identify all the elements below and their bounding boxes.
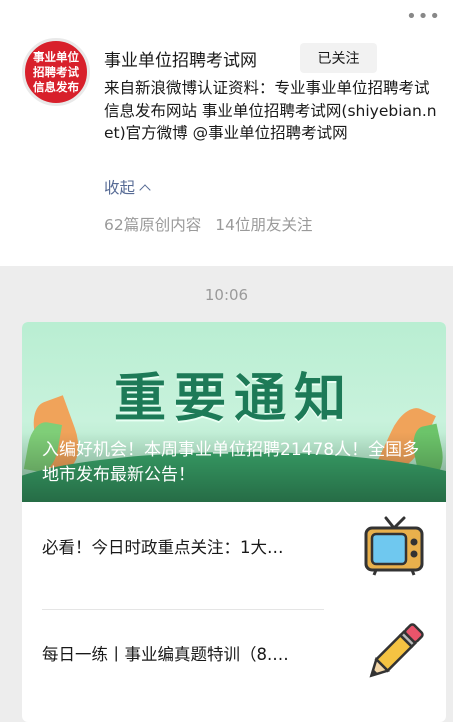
follow-button[interactable]: 已关注	[300, 43, 377, 73]
account-stats: 62篇原创内容 14位朋友关注	[104, 213, 312, 235]
account-profile-panel: ••• 事业单位招聘考试信息发布 事业单位招聘考试网 已关注 来自新浪微博认证资…	[0, 0, 453, 266]
avatar[interactable]: 事业单位招聘考试信息发布	[22, 38, 90, 106]
account-description: 来自新浪微博认证资料：专业事业单位招聘考试信息发布网站 事业单位招聘考试网(sh…	[104, 79, 437, 142]
collapse-button[interactable]: 收起	[104, 176, 151, 198]
collapse-label: 收起	[104, 179, 136, 197]
pencil-icon	[369, 623, 424, 678]
message-timestamp: 10:06	[204, 286, 249, 304]
article-title: 必看！今日时政重点关注：1大…	[42, 538, 284, 557]
account-name[interactable]: 事业单位招聘考试网	[104, 46, 257, 71]
cover-heading: 重要通知	[113, 369, 354, 429]
article-item[interactable]: 必看！今日时政重点关注：1大…	[22, 502, 446, 590]
original-count: 62篇原创内容	[104, 216, 202, 234]
tv-icon	[364, 516, 424, 576]
more-dots-icon[interactable]: •••	[406, 8, 441, 26]
cover-article[interactable]: 重要通知 入编好机会！本周事业单位招聘21478人！全国多地市发布最新公告！	[22, 322, 446, 502]
friends-following[interactable]: 14位朋友关注	[215, 216, 312, 234]
article-item[interactable]: 每日一练丨事业编真题特训（8.…	[22, 609, 446, 697]
article-title: 每日一练丨事业编真题特训（8.…	[42, 645, 289, 664]
chevron-up-icon	[139, 184, 151, 196]
cover-article-title: 入编好机会！本周事业单位招聘21478人！全国多地市发布最新公告！	[42, 440, 420, 485]
avatar-text: 事业单位招聘考试信息发布	[33, 49, 79, 94]
article-card: 重要通知 入编好机会！本周事业单位招聘21478人！全国多地市发布最新公告！ 必…	[22, 322, 446, 722]
